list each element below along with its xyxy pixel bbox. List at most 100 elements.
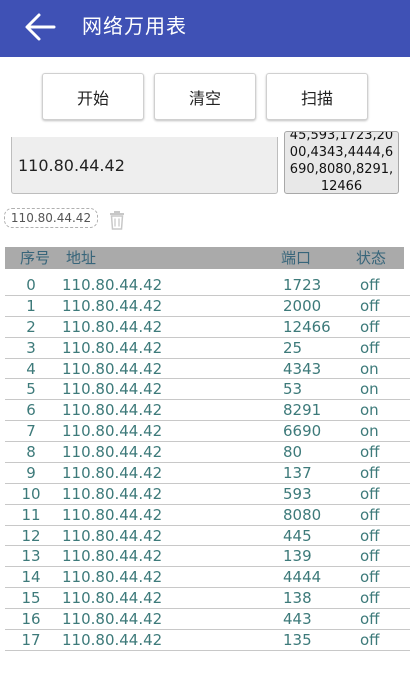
- row-address: 110.80.44.42: [62, 276, 163, 294]
- row-index: 15: [21, 589, 41, 608]
- header-index: 序号: [20, 249, 51, 267]
- header-status: 状态: [356, 249, 387, 267]
- ports-input-text: 45,593,1723,2000,4343,4444,6690,8080,829…: [289, 131, 394, 194]
- table-row[interactable]: 16 110.80.44.42 443 off: [5, 609, 410, 630]
- table-row[interactable]: 3 110.80.44.42 25 off: [5, 338, 410, 359]
- row-address: 110.80.44.42: [62, 463, 163, 482]
- row-index: 11: [21, 505, 41, 524]
- row-address: 110.80.44.42: [62, 610, 163, 628]
- table-row[interactable]: 2 110.80.44.42 12466 off: [5, 317, 410, 338]
- row-address: 110.80.44.42: [62, 443, 163, 461]
- row-address: 110.80.44.42: [62, 484, 163, 503]
- delete-history-button[interactable]: [108, 210, 126, 230]
- row-index: 7: [26, 422, 36, 441]
- row-status: off: [360, 338, 380, 357]
- row-port: 137: [283, 463, 312, 482]
- row-status: off: [360, 547, 380, 566]
- row-address: 110.80.44.42: [62, 568, 163, 587]
- row-address: 110.80.44.42: [62, 547, 163, 566]
- header-port: 端口: [281, 249, 312, 267]
- row-index: 10: [21, 484, 41, 503]
- app-title: 网络万用表: [82, 14, 187, 38]
- row-status: off: [360, 589, 380, 608]
- row-index: 8: [26, 443, 36, 461]
- table-row[interactable]: 14 110.80.44.42 4444 off: [5, 567, 410, 589]
- back-button[interactable]: [22, 10, 62, 44]
- row-port: 6690: [283, 422, 322, 441]
- results-list[interactable]: 0 110.80.44.42 1723 off 1 110.80.44.42 2000 off…: [5, 275, 410, 651]
- row-port: 1723: [283, 276, 322, 294]
- trash-icon: [110, 211, 124, 230]
- row-port: 593: [283, 484, 312, 503]
- table-row[interactable]: 4 110.80.44.42 4343 on: [5, 359, 410, 380]
- row-index: 14: [21, 568, 41, 587]
- arrow-back-icon: [25, 13, 56, 41]
- row-port: 53: [283, 380, 303, 399]
- row-index: 6: [26, 401, 36, 420]
- history-ip-chip[interactable]: 110.80.44.42: [4, 208, 98, 228]
- row-index: 12: [21, 526, 41, 545]
- row-address: 110.80.44.42: [62, 505, 163, 524]
- table-row[interactable]: 17 110.80.44.42 135 off: [5, 630, 410, 651]
- row-status: off: [360, 484, 380, 503]
- row-address: 110.80.44.42: [62, 359, 163, 378]
- start-button[interactable]: 开始: [42, 73, 144, 120]
- row-port: 80: [283, 443, 303, 461]
- row-address: 110.80.44.42: [62, 296, 163, 315]
- table-row[interactable]: 13 110.80.44.42 139 off: [5, 546, 410, 568]
- ports-input[interactable]: 45,593,1723,2000,4343,4444,6690,8080,829…: [284, 131, 399, 194]
- row-status: off: [360, 568, 380, 587]
- row-status: on: [360, 380, 379, 399]
- table-row[interactable]: 8 110.80.44.42 80 off: [5, 442, 410, 463]
- ip-address-input[interactable]: 110.80.44.42: [11, 137, 278, 194]
- row-index: 13: [21, 547, 41, 566]
- row-address: 110.80.44.42: [62, 338, 163, 357]
- scan-button[interactable]: 扫描: [266, 73, 368, 120]
- table-row[interactable]: 6 110.80.44.42 8291 on: [5, 400, 410, 422]
- row-status: on: [360, 359, 379, 378]
- row-index: 5: [26, 380, 36, 399]
- table-row[interactable]: 5 110.80.44.42 53 on: [5, 379, 410, 401]
- row-status: off: [360, 276, 380, 294]
- row-port: 25: [283, 338, 303, 357]
- row-index: 2: [26, 317, 36, 336]
- clear-button[interactable]: 清空: [154, 73, 256, 120]
- row-index: 4: [26, 359, 36, 378]
- row-index: 3: [26, 338, 36, 357]
- row-port: 8291: [283, 401, 322, 420]
- row-address: 110.80.44.42: [62, 401, 163, 420]
- row-port: 139: [283, 547, 312, 566]
- table-row[interactable]: 11 110.80.44.42 8080 off: [5, 505, 410, 526]
- row-index: 1: [26, 296, 36, 315]
- table-header: 序号 地址 端口 状态: [5, 247, 404, 269]
- table-row[interactable]: 7 110.80.44.42 6690 on: [5, 421, 410, 442]
- table-row[interactable]: 12 110.80.44.42 445 off: [5, 526, 410, 547]
- row-status: on: [360, 401, 379, 420]
- header-address: 地址: [66, 249, 97, 267]
- row-status: off: [360, 526, 380, 545]
- row-status: on: [360, 422, 379, 441]
- row-index: 16: [21, 610, 41, 628]
- row-status: off: [360, 443, 380, 461]
- table-row[interactable]: 10 110.80.44.42 593 off: [5, 484, 410, 505]
- row-status: off: [360, 610, 380, 628]
- app-bar: 网络万用表: [0, 0, 410, 57]
- table-row[interactable]: 0 110.80.44.42 1723 off: [5, 275, 410, 296]
- table-row[interactable]: 15 110.80.44.42 138 off: [5, 588, 410, 609]
- row-status: off: [360, 463, 380, 482]
- row-port: 2000: [283, 296, 322, 315]
- row-port: 12466: [283, 317, 331, 336]
- table-row[interactable]: 1 110.80.44.42 2000 off: [5, 296, 410, 317]
- row-status: off: [360, 317, 380, 336]
- row-port: 443: [283, 610, 312, 628]
- row-address: 110.80.44.42: [62, 589, 163, 608]
- row-address: 110.80.44.42: [62, 317, 163, 336]
- row-address: 110.80.44.42: [62, 380, 163, 399]
- row-status: off: [360, 630, 380, 649]
- row-port: 4444: [283, 568, 322, 587]
- row-address: 110.80.44.42: [62, 630, 163, 649]
- row-index: 17: [21, 630, 41, 649]
- table-row[interactable]: 9 110.80.44.42 137 off: [5, 463, 410, 484]
- row-status: off: [360, 505, 380, 524]
- row-port: 445: [283, 526, 312, 545]
